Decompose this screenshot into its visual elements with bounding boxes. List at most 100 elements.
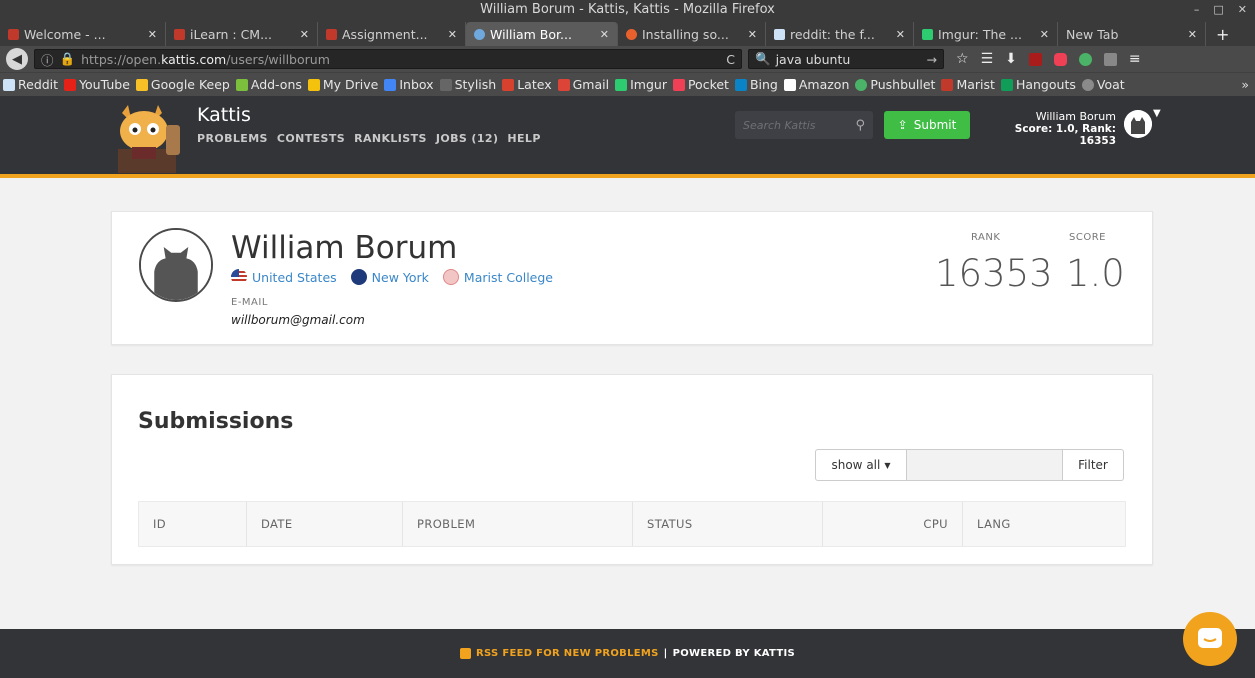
tab-label: William Bor... xyxy=(490,26,572,42)
tab-close-icon[interactable]: ✕ xyxy=(600,28,609,41)
search-icon[interactable]: ⚲ xyxy=(855,118,865,133)
school-link[interactable]: Marist College xyxy=(442,269,553,285)
powered-by-link[interactable]: POWERED BY KATTIS xyxy=(673,648,795,659)
browser-search-input[interactable]: java ubuntu xyxy=(776,52,851,67)
bookmark-amazon[interactable]: Amazon xyxy=(781,77,853,92)
tab-close-icon[interactable]: ✕ xyxy=(748,28,757,41)
bookmark-youtube[interactable]: YouTube xyxy=(61,77,133,92)
show-all-dropdown[interactable]: show all ▼ xyxy=(815,449,907,481)
profile-name: William Borum xyxy=(231,230,458,266)
minimize-button[interactable]: – xyxy=(1194,0,1200,20)
tab-installing[interactable]: Installing so... ✕ xyxy=(618,22,766,46)
email-label: E-MAIL xyxy=(231,297,268,308)
back-button[interactable]: ◀ xyxy=(6,48,28,70)
rss-feed-link[interactable]: RSS FEED FOR NEW PROBLEMS xyxy=(476,648,659,659)
tab-close-icon[interactable]: ✕ xyxy=(448,28,457,41)
menu-contests[interactable]: CONTESTS xyxy=(277,132,345,145)
tab-close-icon[interactable]: ✕ xyxy=(148,28,157,41)
bookmark-hangouts[interactable]: Hangouts xyxy=(998,77,1079,92)
hangouts-icon xyxy=(1000,78,1013,91)
bing-icon xyxy=(734,78,747,91)
menu-help[interactable]: HELP xyxy=(507,132,540,145)
bookmark-pushbullet[interactable]: Pushbullet xyxy=(852,77,938,92)
menu-icon[interactable]: ≡ xyxy=(1129,51,1141,67)
bookmark-label: My Drive xyxy=(322,77,379,92)
search-go-icon[interactable]: → xyxy=(927,52,937,67)
user-summary[interactable]: William Borum Score: 1.0, Rank: 16353 xyxy=(978,110,1116,147)
pushbullet-icon[interactable] xyxy=(1078,52,1092,66)
user-menu-caret-icon[interactable]: ▼ xyxy=(1153,108,1161,119)
url-bar[interactable]: ⓘ 🔒 https://open.kattis.com/users/willbo… xyxy=(34,49,742,69)
tab-william-borum[interactable]: William Bor... ✕ xyxy=(466,22,618,46)
new-tab-button[interactable]: + xyxy=(1206,22,1239,46)
close-window-button[interactable]: ✕ xyxy=(1238,0,1247,20)
info-icon[interactable]: ⓘ xyxy=(41,50,54,69)
stylish-icon[interactable] xyxy=(1103,52,1117,66)
bookmark-google-keep[interactable]: Google Keep xyxy=(133,77,233,92)
bookmark-add-ons[interactable]: Add-ons xyxy=(233,77,305,92)
star-icon[interactable]: ☆ xyxy=(956,51,969,67)
bookmark-pocket[interactable]: Pocket xyxy=(670,77,732,92)
download-icon[interactable]: ⬇ xyxy=(1005,51,1017,67)
bookmark-inbox[interactable]: Inbox xyxy=(381,77,436,92)
state-link[interactable]: New York xyxy=(350,269,429,285)
column-id[interactable]: ID xyxy=(139,502,247,546)
state-label: New York xyxy=(371,269,429,285)
bookmark-marist[interactable]: Marist xyxy=(938,77,997,92)
tab-close-icon[interactable]: ✕ xyxy=(1188,28,1197,41)
column-date[interactable]: DATE xyxy=(247,502,403,546)
reload-icon[interactable]: C xyxy=(726,52,735,67)
bookmark-my-drive[interactable]: My Drive xyxy=(305,77,381,92)
submit-button[interactable]: ⇪ Submit xyxy=(884,111,970,139)
pocket-icon[interactable] xyxy=(1053,52,1067,66)
profile-affiliations: United States New York Marist College xyxy=(231,269,553,285)
bookmarks-overflow-button[interactable]: » xyxy=(1241,77,1255,92)
tab-new-tab[interactable]: New Tab ✕ xyxy=(1058,22,1206,46)
stylish-icon xyxy=(439,78,452,91)
bookmark-gmail[interactable]: Gmail xyxy=(555,77,612,92)
amazon-icon xyxy=(783,78,796,91)
bookmark-reddit[interactable]: Reddit xyxy=(0,77,61,92)
bookmark-voat[interactable]: Voat xyxy=(1079,77,1128,92)
filter-input[interactable] xyxy=(907,449,1063,481)
kattis-logo-icon[interactable] xyxy=(108,99,186,173)
browser-search-bar[interactable]: 🔍 java ubuntu → xyxy=(748,49,944,69)
chat-button[interactable] xyxy=(1183,612,1237,666)
column-status[interactable]: STATUS xyxy=(633,502,823,546)
web-page: Kattis PROBLEMS CONTESTS RANKLISTS JOBS … xyxy=(0,96,1255,678)
avatar[interactable] xyxy=(1124,110,1152,138)
column-cpu[interactable]: CPU xyxy=(823,502,963,546)
google-keep-icon xyxy=(135,78,148,91)
tab-welcome[interactable]: Welcome - ... ✕ xyxy=(0,22,166,46)
menu-problems[interactable]: PROBLEMS xyxy=(197,132,268,145)
maximize-button[interactable]: □ xyxy=(1213,0,1223,20)
bookmark-bing[interactable]: Bing xyxy=(732,77,781,92)
filter-button[interactable]: Filter xyxy=(1063,449,1124,481)
menu-jobs[interactable]: JOBS (12) xyxy=(436,132,499,145)
bookmark-label: Latex xyxy=(517,77,552,92)
tab-assignment[interactable]: Assignment... ✕ xyxy=(318,22,466,46)
reading-list-icon[interactable]: ☰ xyxy=(981,51,994,67)
bookmark-imgur[interactable]: Imgur xyxy=(612,77,670,92)
tab-strip: Welcome - ... ✕ iLearn : CM... ✕ Assignm… xyxy=(0,20,1255,46)
tab-reddit[interactable]: reddit: the f... ✕ xyxy=(766,22,914,46)
ublock-icon[interactable] xyxy=(1028,52,1042,66)
gmail-icon xyxy=(557,78,570,91)
tab-imgur[interactable]: Imgur: The ... ✕ xyxy=(914,22,1058,46)
imgur-favicon-icon xyxy=(922,28,933,40)
site-search-input[interactable]: Search Kattis ⚲ xyxy=(735,111,873,139)
site-menu: PROBLEMS CONTESTS RANKLISTS JOBS (12) HE… xyxy=(197,132,541,145)
column-lang[interactable]: LANG xyxy=(963,502,1125,546)
tab-close-icon[interactable]: ✕ xyxy=(896,28,905,41)
country-link[interactable]: United States xyxy=(231,269,337,285)
menu-ranklists[interactable]: RANKLISTS xyxy=(354,132,427,145)
tab-close-icon[interactable]: ✕ xyxy=(300,28,309,41)
tab-ilearn[interactable]: iLearn : CM... ✕ xyxy=(166,22,318,46)
bookmark-latex[interactable]: Latex xyxy=(499,77,554,92)
tab-close-icon[interactable]: ✕ xyxy=(1040,28,1049,41)
country-label: United States xyxy=(252,269,337,285)
bookmark-label: Stylish xyxy=(454,77,497,92)
column-problem[interactable]: PROBLEM xyxy=(403,502,633,546)
bookmark-stylish[interactable]: Stylish xyxy=(437,77,500,92)
site-brand[interactable]: Kattis xyxy=(197,104,251,126)
